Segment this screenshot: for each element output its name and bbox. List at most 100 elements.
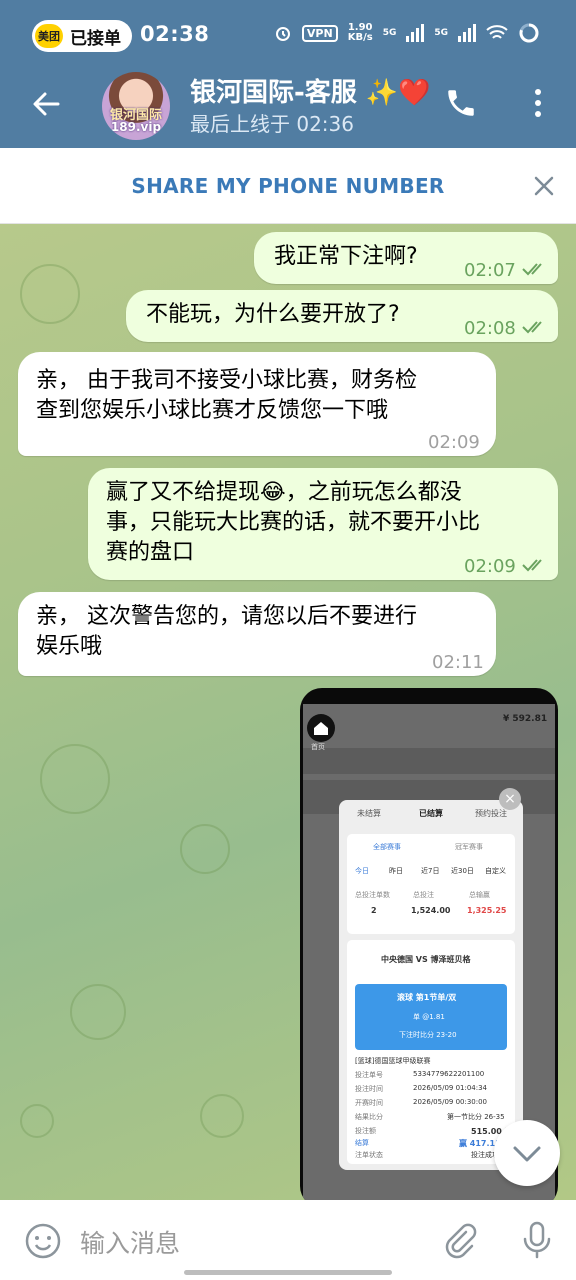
row-value: 2026/05/09 01:04:34 [413, 1084, 488, 1092]
battery-ring-icon [519, 23, 539, 43]
day-filter: 昨日 [389, 867, 403, 875]
day-filter: 近30日 [451, 867, 474, 875]
chat-history[interactable]: 我正常下注啊? 02:07 不能玩，为什么要开放了? 02:08 亲， 由于我司… [0, 224, 576, 1200]
attach-icon[interactable] [442, 1222, 478, 1260]
tab-reserved: 预约投注 [475, 809, 507, 818]
back-arrow-icon[interactable] [30, 88, 62, 120]
day-filter: 近7日 [421, 867, 440, 875]
summary-card: 全部赛事 冠军赛事 今日 昨日 近7日 近30日 自定义 总投注单数 总投注 总… [347, 834, 515, 934]
row-label: 投注时间 [355, 1085, 383, 1093]
message-bubble-outgoing[interactable]: 不能玩，为什么要开放了? 02:08 [126, 290, 558, 342]
message-text: 不能玩，为什么要开放了? [146, 302, 400, 327]
message-input-bar: 输入消息 [0, 1200, 576, 1280]
row-label: 投注额 [355, 1127, 376, 1135]
double-check-icon [522, 559, 542, 572]
row-label: 注单状态 [355, 1151, 383, 1159]
close-icon: × [499, 788, 521, 810]
row-value: 2026/05/09 00:30:00 [413, 1098, 488, 1106]
close-icon[interactable] [532, 174, 556, 198]
bet-title: 滚球 第1节单/双 [397, 993, 457, 1002]
network-speed: 1.90 KB/s [348, 23, 373, 43]
bet-score: 下注时比分 23-20 [399, 1031, 457, 1039]
home-indicator[interactable] [184, 1270, 392, 1275]
stat-label: 总投注 [413, 891, 434, 899]
row-label: 开赛时间 [355, 1099, 383, 1107]
chat-header: 银河国际 189.vip 银河国际-客服 ✨❤️ 最后上线于 02:36 [0, 72, 576, 148]
signal-icon [458, 24, 476, 42]
message-bubble-outgoing[interactable]: 赢了又不给提现😂，之前玩怎么都没 事，只能玩大比赛的话，就不要开小比 赛的盘口 … [88, 468, 558, 580]
wallpaper-doodle [70, 984, 126, 1040]
sig2-label: 5G [434, 28, 448, 38]
emoji-icon[interactable] [24, 1222, 62, 1260]
message-bubble-outgoing[interactable]: 我正常下注啊? 02:07 [254, 232, 558, 284]
stat-label: 总投注单数 [355, 891, 390, 899]
row-label: 结算 [355, 1139, 369, 1147]
message-text: 赛的盘口 [106, 540, 195, 565]
stat-value: 1,325.25 [467, 906, 507, 915]
message-time: 02:09 [428, 432, 480, 453]
row-value: 5334779622201100 [413, 1070, 485, 1078]
clock: 02:38 [140, 22, 210, 46]
tab-settled: 已结算 [419, 809, 443, 818]
status-bar: 美团 已接单 02:38 VPN 1.90 KB/s 5G 5G [0, 0, 576, 72]
wallpaper-doodle [180, 824, 230, 874]
double-check-icon [522, 263, 542, 276]
scroll-down-button[interactable] [494, 1120, 560, 1186]
chat-title[interactable]: 银河国际-客服 ✨❤️ [190, 72, 431, 109]
message-text: 赢了又不给提现😂，之前玩怎么都没 [106, 480, 462, 505]
bet-record-modal: 未结算 已结算 预约投注 全部赛事 冠军赛事 今日 昨日 近7日 近30日 自定… [339, 800, 523, 1170]
message-text: 事，只能玩大比赛的话，就不要开小比 [106, 510, 481, 535]
status-icons: VPN 1.90 KB/s 5G 5G [274, 22, 540, 44]
wallpaper-doodle [40, 744, 110, 814]
avatar[interactable]: 银河国际 189.vip [102, 72, 170, 140]
chevron-down-icon [513, 1146, 541, 1162]
meituan-logo-icon: 美团 [35, 24, 63, 48]
share-phone-bar: SHARE MY PHONE NUMBER [0, 148, 576, 224]
photo-row [303, 748, 555, 774]
match-title: 中央德国 VS 博泽班贝格 [381, 955, 471, 964]
row-label: 结果比分 [355, 1113, 383, 1121]
phone-icon[interactable] [444, 86, 478, 120]
message-time: 02:08 [464, 318, 516, 339]
last-seen: 最后上线于 02:36 [190, 112, 354, 136]
signal-icon [406, 24, 425, 42]
day-filter: 自定义 [485, 867, 506, 875]
stat-label: 总输赢 [469, 891, 490, 899]
avatar-line2: 189.vip [110, 120, 162, 134]
tab-unsettled: 未结算 [357, 809, 381, 818]
message-text: 亲， 由于我司不接受小球比赛，财务检 [36, 368, 417, 393]
app-status-label: 已接单 [70, 28, 121, 49]
wallpaper-doodle [200, 1094, 244, 1138]
bet-pick: 单 @1.81 [413, 1013, 445, 1021]
home-icon [307, 714, 335, 742]
wallpaper-doodle [20, 264, 80, 324]
sig1-label: 5G [382, 28, 397, 38]
balance: ¥ 592.81 [503, 714, 548, 724]
mic-icon[interactable] [520, 1220, 554, 1260]
message-text: 查到您娱乐小球比赛才反馈您一下哦 [36, 398, 389, 423]
message-time: 02:07 [464, 260, 516, 281]
message-text: 娱乐哦 [36, 634, 103, 659]
more-vert-icon[interactable] [528, 86, 548, 120]
wifi-icon [486, 25, 508, 39]
double-check-icon [522, 321, 542, 334]
message-text: 亲， 这次警告您的，请您以后不要进行 [36, 604, 417, 629]
bet-banner: 滚球 第1节单/双 单 @1.81 下注时比分 23-20 [355, 984, 507, 1050]
share-phone-button[interactable]: SHARE MY PHONE NUMBER [0, 174, 576, 198]
league-name: [篮球]德国篮球甲级联赛 [355, 1057, 431, 1065]
row-label: 投注单号 [355, 1071, 383, 1079]
message-time: 02:11 [432, 652, 484, 673]
message-bubble-incoming[interactable]: 亲， 这次警告您的，请您以后不要进行 娱乐哦 02:11 [18, 592, 496, 676]
message-input[interactable]: 输入消息 [80, 1224, 180, 1260]
home-label: 首页 [311, 743, 325, 751]
stat-value: 2 [371, 906, 377, 915]
message-text: 我正常下注啊? [274, 244, 418, 269]
alarm-icon [275, 27, 290, 41]
stat-value: 1,524.00 [411, 906, 451, 915]
vpn-icon: VPN [301, 24, 338, 42]
wallpaper-doodle [20, 1104, 54, 1138]
day-filter: 今日 [355, 867, 369, 875]
subtab-champion: 冠军赛事 [455, 843, 483, 851]
message-bubble-incoming[interactable]: 亲， 由于我司不接受小球比赛，财务检 查到您娱乐小球比赛才反馈您一下哦 02:0… [18, 352, 496, 456]
app-status-pill[interactable]: 美团 已接单 [32, 20, 132, 52]
